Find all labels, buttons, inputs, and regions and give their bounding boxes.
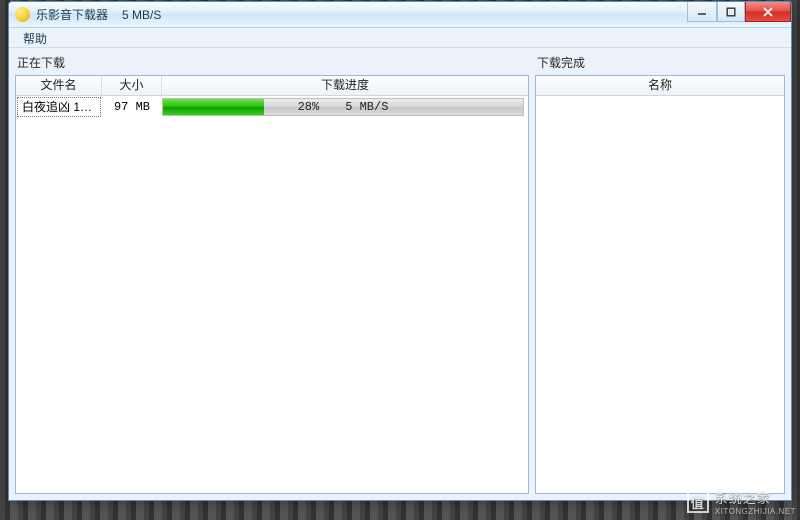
downloading-header: 文件名 大小 下载进度 [16,76,528,96]
cell-progress: 28% 5 MB/S [162,96,528,118]
titlebar-speed: 5 MB/S [122,8,161,22]
cell-filename: 白夜追凶 15.mp4 [17,97,101,117]
col-name[interactable]: 名称 [536,76,784,95]
cell-size: 97 MB [102,100,162,114]
watermark-brand: 系统之家 [715,491,771,506]
watermark: 值 系统之家 XITONGZHIJIA.NET [687,488,796,516]
col-size[interactable]: 大小 [102,76,162,95]
watermark-sub: XITONGZHIJIA.NET [715,507,796,516]
window-controls [687,2,791,22]
close-icon [763,7,773,17]
progress-labels: 28% 5 MB/S [163,99,523,115]
completed-list[interactable]: 名称 [535,75,785,494]
maximize-icon [726,7,736,17]
client-area: 正在下载 文件名 大小 下载进度 白夜追凶 15.mp4 97 MB 28% [9,48,791,500]
download-row[interactable]: 白夜追凶 15.mp4 97 MB 28% 5 MB/S [16,96,528,118]
col-filename[interactable]: 文件名 [16,76,102,95]
completed-title: 下载完成 [535,52,785,75]
downloading-list[interactable]: 文件名 大小 下载进度 白夜追凶 15.mp4 97 MB 28% 5 MB/S [15,75,529,494]
window-title: 乐影音下载器 [36,6,108,23]
col-progress[interactable]: 下载进度 [162,76,528,95]
maximize-button[interactable] [717,2,745,22]
close-button[interactable] [745,2,791,22]
progress-percent: 28% [298,100,320,114]
app-icon [15,7,30,22]
app-window: 乐影音下载器 5 MB/S 帮助 正在下载 文件名 大小 下载进度 [8,1,792,501]
progress-speed: 5 MB/S [345,100,388,114]
minimize-button[interactable] [687,2,717,22]
downloading-panel: 正在下载 文件名 大小 下载进度 白夜追凶 15.mp4 97 MB 28% [15,52,529,494]
titlebar[interactable]: 乐影音下载器 5 MB/S [9,2,791,28]
completed-header: 名称 [536,76,784,96]
watermark-logo-icon: 值 [687,491,709,513]
progress-bar: 28% 5 MB/S [162,98,524,116]
menubar: 帮助 [9,28,791,48]
minimize-icon [697,7,707,17]
menu-help[interactable]: 帮助 [17,30,53,48]
downloading-title: 正在下载 [15,52,529,75]
completed-panel: 下载完成 名称 [535,52,785,494]
